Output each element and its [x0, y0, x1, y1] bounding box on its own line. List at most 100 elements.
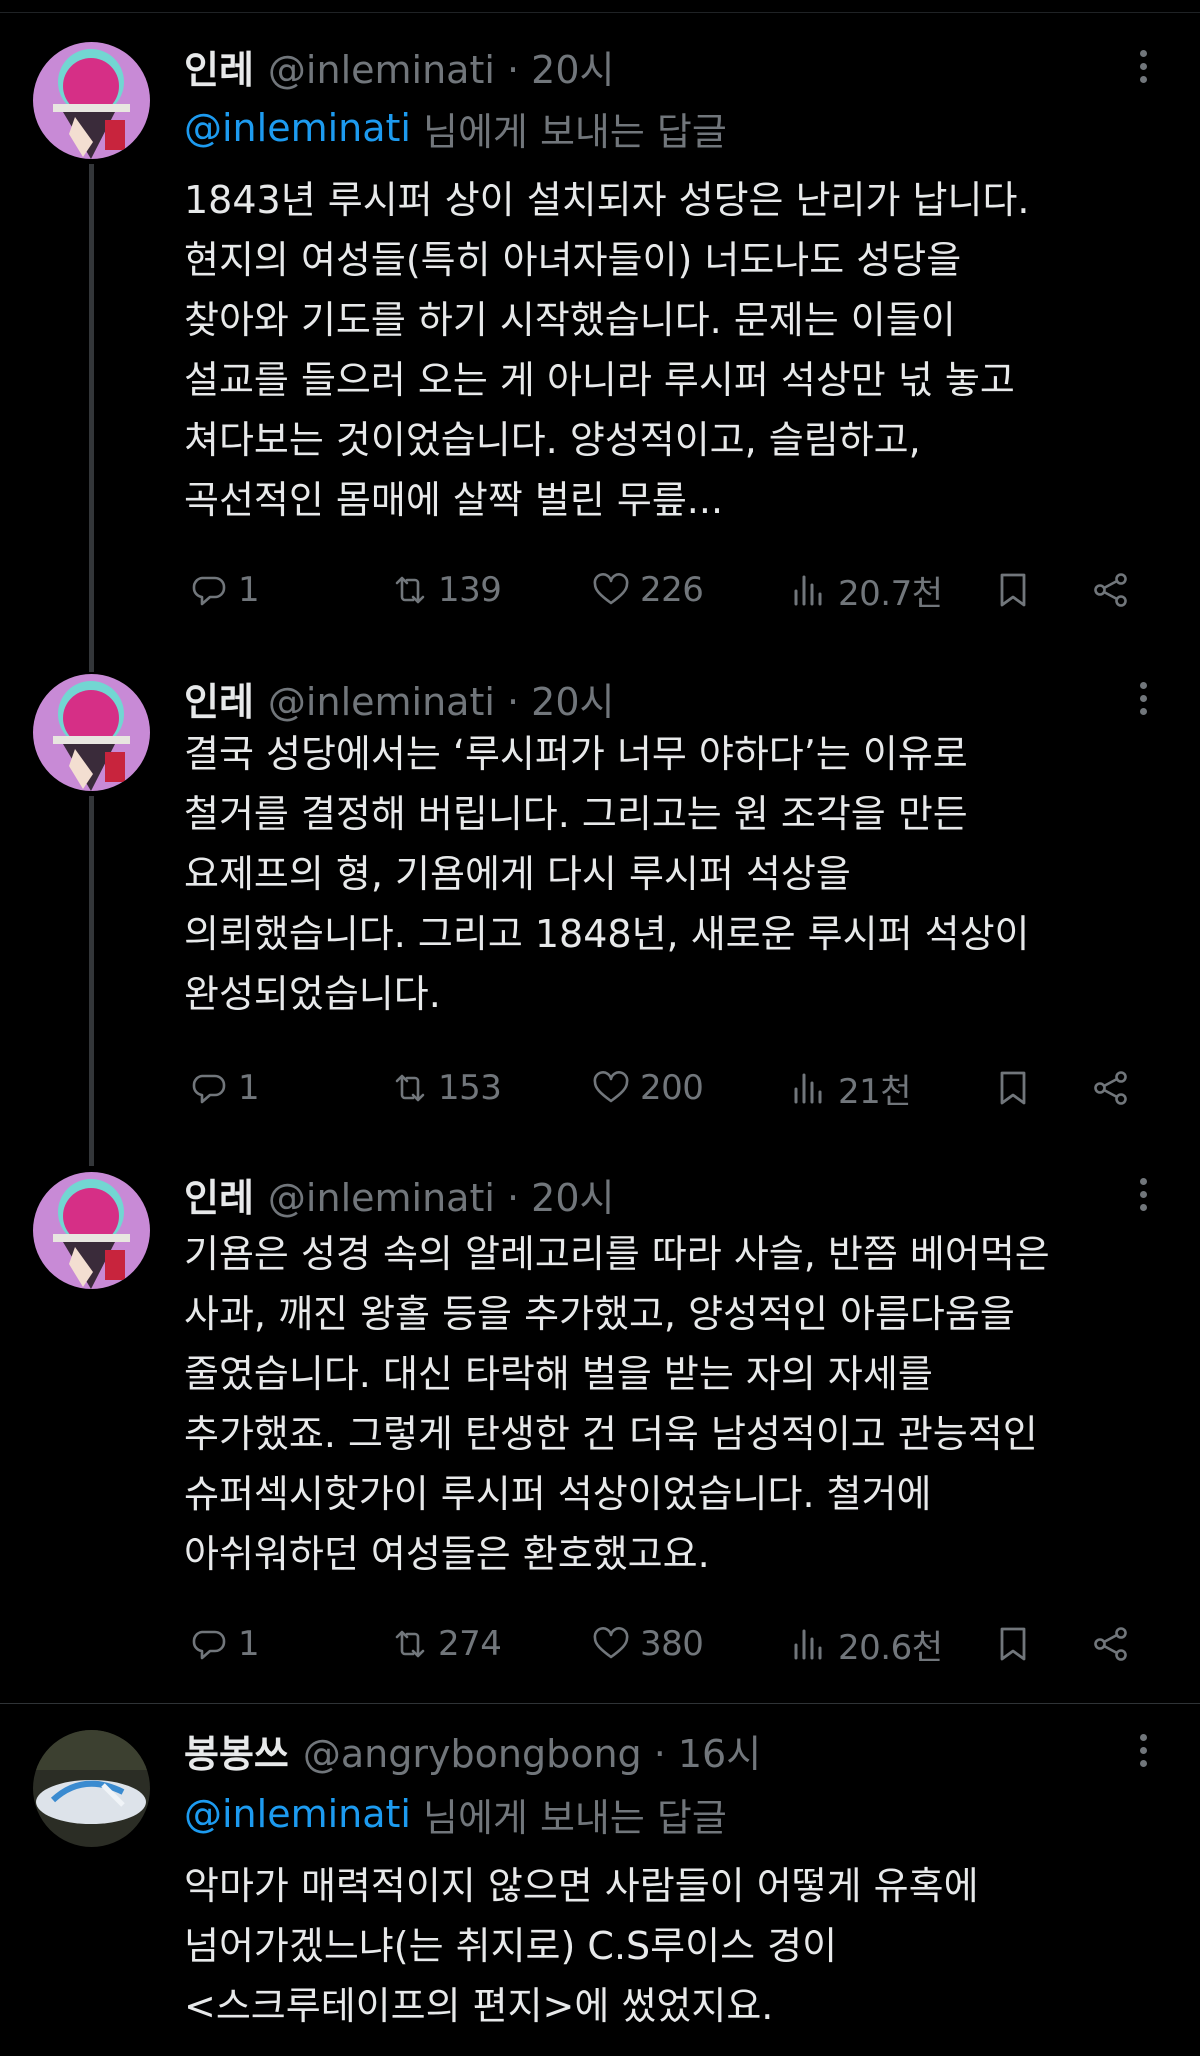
bookmark-button[interactable] — [992, 560, 1042, 620]
views-count: 20.7천 — [838, 573, 943, 614]
reply-icon — [192, 576, 226, 606]
views-button[interactable]: 20.7천 — [788, 560, 943, 620]
text-line: 악마가 매력적이지 않으면 사람들이 어떻게 유혹에 — [184, 1864, 979, 1908]
mention-link[interactable]: @inleminati — [184, 106, 411, 150]
tweet-text: 1843년 루시퍼 상이 설치되자 성당은 난리가 납니다. 현지의 여성들(특… — [184, 170, 1174, 530]
reply-button[interactable]: 1 — [188, 1058, 260, 1118]
reply-count: 1 — [238, 1068, 260, 1108]
handle-timestamp[interactable]: @inleminati · 20시 — [268, 1167, 615, 1222]
text-line: 현지의 여성들(특히 아녀자들이) 너도나도 성당을 — [184, 238, 962, 282]
bookmark-icon — [1000, 1071, 1026, 1105]
reply-count: 1 — [238, 570, 260, 610]
reply-suffix: 님에게 보내는 답글 — [422, 1795, 727, 1840]
more-icon[interactable] — [1128, 1720, 1158, 1780]
views-button[interactable]: 20.6천 — [788, 1614, 943, 1674]
text-line: <스크루테이프의 편지>에 썼었지요. — [184, 1984, 774, 2028]
text-line: 완성되었습니다. — [184, 972, 441, 1016]
text-line: 1843년 루시퍼 상이 설치되자 성당은 난리가 납니다. — [184, 178, 1030, 222]
tweet-header: 봉봉쓰 @angrybongbong · 16시 — [184, 1720, 761, 1780]
tweet-text: 기욤은 성경 속의 알레고리를 따라 사슬, 반쯤 베어먹은 사과, 깨진 왕홀… — [184, 1224, 1174, 1584]
views-icon — [794, 1073, 822, 1104]
text-line: 쳐다보는 것이었습니다. 양성적이고, 슬림하고, — [184, 418, 921, 462]
like-button[interactable]: 226 — [590, 560, 704, 620]
reply-count: 1 — [238, 1624, 260, 1664]
thread-line — [89, 796, 94, 1166]
mention-link[interactable]: @inleminati — [184, 1792, 411, 1836]
retweet-button[interactable]: 274 — [388, 1614, 502, 1674]
bookmark-icon — [1000, 1627, 1026, 1661]
retweet-button[interactable]: 139 — [388, 560, 502, 620]
tweet-header: 인레 @inleminati · 20시 — [184, 668, 614, 728]
share-button[interactable] — [1090, 560, 1140, 620]
text-line: 기욤은 성경 속의 알레고리를 따라 사슬, 반쯤 베어먹은 — [184, 1232, 1050, 1276]
more-icon[interactable] — [1128, 1164, 1158, 1224]
share-icon — [1094, 1627, 1127, 1661]
share-icon — [1094, 573, 1127, 607]
retweet-icon — [395, 1074, 425, 1102]
text-line: 곡선적인 몸매에 살짝 벌린 무릎... — [184, 478, 724, 522]
like-count: 226 — [640, 570, 704, 610]
tweet-text: 악마가 매력적이지 않으면 사람들이 어떻게 유혹에 넘어가겠느냐(는 취지로)… — [184, 1856, 1174, 2036]
bookmark-button[interactable] — [992, 1058, 1042, 1118]
views-count: 20.6천 — [838, 1627, 943, 1668]
top-divider — [0, 0, 1200, 13]
retweet-count: 274 — [438, 1624, 502, 1664]
display-name[interactable]: 인레 — [184, 39, 254, 94]
text-line: 찾아와 기도를 하기 시작했습니다. 문제는 이들이 — [184, 298, 956, 342]
like-count: 200 — [640, 1068, 704, 1108]
avatar[interactable] — [33, 1172, 150, 1289]
more-icon[interactable] — [1128, 668, 1158, 728]
tweet-header: 인레 @inleminati · 20시 — [184, 36, 614, 96]
thread-line — [89, 164, 94, 672]
reply-context: @inleminati 님에게 보내는 답글 — [184, 98, 727, 158]
bookmark-button[interactable] — [992, 1614, 1042, 1674]
like-icon — [593, 1071, 629, 1103]
retweet-count: 139 — [438, 570, 502, 610]
tweet-text: 결국 성당에서는 ‘루시퍼가 너무 야하다’는 이유로 철거를 결정해 버립니다… — [184, 724, 1174, 1024]
text-line: 설교를 들으러 오는 게 아니라 루시퍼 석상만 넋 놓고 — [184, 358, 1015, 402]
handle-timestamp[interactable]: @inleminati · 20시 — [268, 671, 615, 726]
reply-button[interactable]: 1 — [188, 1614, 260, 1674]
display-name[interactable]: 인레 — [184, 671, 254, 726]
display-name[interactable]: 봉봉쓰 — [184, 1723, 289, 1778]
retweet-button[interactable]: 153 — [388, 1058, 502, 1118]
retweet-icon — [395, 576, 425, 604]
views-icon — [794, 1629, 822, 1660]
share-button[interactable] — [1090, 1058, 1140, 1118]
tweet-header: 인레 @inleminati · 20시 — [184, 1164, 614, 1224]
retweet-icon — [395, 1630, 425, 1658]
like-icon — [593, 573, 629, 605]
retweet-count: 153 — [438, 1068, 502, 1108]
reply-icon — [192, 1630, 226, 1660]
like-icon — [593, 1627, 629, 1659]
share-button[interactable] — [1090, 1614, 1140, 1674]
views-icon — [794, 575, 822, 606]
avatar[interactable] — [33, 674, 150, 791]
action-bar: 1 139 226 20.7천 — [184, 560, 1144, 620]
handle-timestamp[interactable]: @inleminati · 20시 — [268, 39, 615, 94]
reply-suffix: 님에게 보내는 답글 — [422, 109, 727, 154]
bookmark-icon — [1000, 573, 1026, 607]
more-icon[interactable] — [1128, 36, 1158, 96]
like-button[interactable]: 200 — [590, 1058, 704, 1118]
action-bar: 1 153 200 21천 — [184, 1058, 1144, 1118]
reply-icon — [192, 1074, 226, 1104]
handle-timestamp[interactable]: @angrybongbong · 16시 — [303, 1723, 761, 1778]
text-line: 의뢰했습니다. 그리고 1848년, 새로운 루시퍼 석상이 — [184, 912, 1030, 956]
display-name[interactable]: 인레 — [184, 1167, 254, 1222]
reply-context: @inleminati 님에게 보내는 답글 — [184, 1784, 727, 1844]
text-line: 사과, 깨진 왕홀 등을 추가했고, 양성적인 아름다움을 — [184, 1292, 1015, 1336]
avatar[interactable] — [33, 1730, 150, 1847]
text-line: 결국 성당에서는 ‘루시퍼가 너무 야하다’는 이유로 — [184, 732, 968, 776]
like-button[interactable]: 380 — [590, 1614, 704, 1674]
share-icon — [1094, 1071, 1127, 1105]
action-bar: 1 274 380 20.6천 — [184, 1614, 1144, 1674]
avatar[interactable] — [33, 42, 150, 159]
text-line: 넘어가겠느냐(는 취지로) C.S루이스 경이 — [184, 1924, 838, 1968]
text-line: 추가했죠. 그렇게 탄생한 건 더욱 남성적이고 관능적인 — [184, 1412, 1038, 1456]
views-button[interactable]: 21천 — [788, 1058, 912, 1118]
text-line: 슈퍼섹시핫가이 루시퍼 석상이었습니다. 철거에 — [184, 1472, 932, 1516]
text-line: 요제프의 형, 기욤에게 다시 루시퍼 석상을 — [184, 852, 851, 896]
text-line: 철거를 결정해 버립니다. 그리고는 원 조각을 만든 — [184, 792, 968, 836]
reply-button[interactable]: 1 — [188, 560, 260, 620]
